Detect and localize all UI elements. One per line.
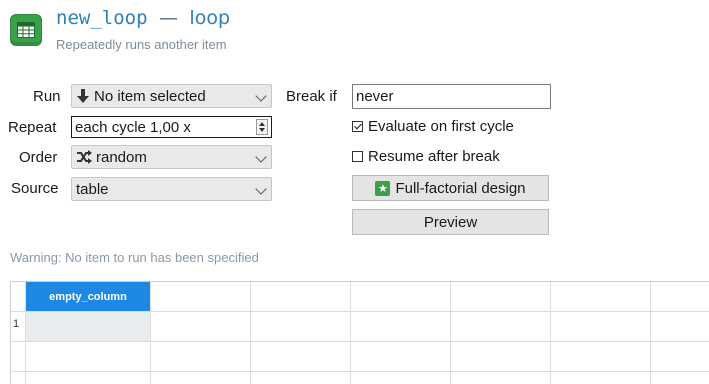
repeat-spinbox[interactable]: each cycle 1,00 x [71, 116, 272, 138]
repeat-value: each cycle 1,00 x [75, 118, 191, 136]
chevron-down-icon [255, 90, 267, 102]
resume-after-break-checkbox[interactable]: Resume after break [352, 148, 500, 165]
grid-line [250, 282, 251, 384]
checkbox-checked-icon[interactable] [352, 121, 363, 132]
break-if-label: Break if [286, 88, 337, 105]
resume-after-break-label: Resume after break [368, 148, 500, 165]
grid-line [350, 282, 351, 384]
grid-line [11, 311, 709, 312]
grid-line [150, 282, 151, 384]
break-if-input[interactable]: never [352, 84, 551, 109]
loop-table[interactable]: empty_column 1 [10, 281, 709, 384]
title-separator: — [158, 7, 178, 29]
evaluate-first-checkbox[interactable]: Evaluate on first cycle [352, 118, 514, 135]
grid-line [11, 341, 709, 342]
grid-line [25, 282, 26, 384]
order-select[interactable]: random [71, 145, 272, 169]
order-select-value: random [96, 148, 147, 166]
repeat-label: Repeat [8, 119, 57, 136]
warning-message: Warning: No item to run has been specifi… [10, 250, 259, 265]
grid-line [11, 371, 709, 372]
grid-line [650, 282, 651, 384]
down-arrow-icon [76, 88, 90, 104]
run-select[interactable]: No item selected [71, 84, 272, 108]
checkbox-unchecked-icon[interactable] [352, 151, 363, 162]
page-title[interactable]: new_loop — loop [56, 7, 230, 29]
item-description[interactable]: Repeatedly runs another item [56, 37, 227, 52]
chevron-down-icon [255, 183, 267, 195]
source-select-value: table [76, 180, 109, 198]
chevron-down-icon [255, 151, 267, 163]
table-cell-selected[interactable] [26, 312, 150, 341]
spin-buttons[interactable] [256, 119, 268, 135]
item-name[interactable]: new_loop [56, 7, 148, 29]
table-icon [10, 14, 42, 46]
break-if-value: never [356, 88, 394, 105]
full-factorial-button[interactable]: ★ Full-factorial design [352, 175, 549, 201]
column-header[interactable]: empty_column [26, 282, 150, 311]
star-icon: ★ [375, 180, 391, 196]
preview-label: Preview [423, 213, 478, 231]
item-type: loop [189, 7, 231, 29]
run-label: Run [33, 88, 61, 105]
shuffle-icon [76, 150, 92, 164]
spin-down-icon[interactable] [259, 128, 265, 132]
preview-button[interactable]: Preview [352, 209, 549, 235]
spin-up-icon[interactable] [259, 122, 265, 126]
source-select[interactable]: table [71, 177, 272, 201]
grid-line [450, 282, 451, 384]
grid-line [550, 282, 551, 384]
evaluate-first-label: Evaluate on first cycle [368, 118, 514, 135]
row-header[interactable]: 1 [13, 318, 19, 330]
run-select-value: No item selected [94, 87, 206, 105]
source-label: Source [11, 180, 59, 197]
order-label: Order [19, 149, 58, 166]
full-factorial-label: Full-factorial design [395, 179, 526, 197]
